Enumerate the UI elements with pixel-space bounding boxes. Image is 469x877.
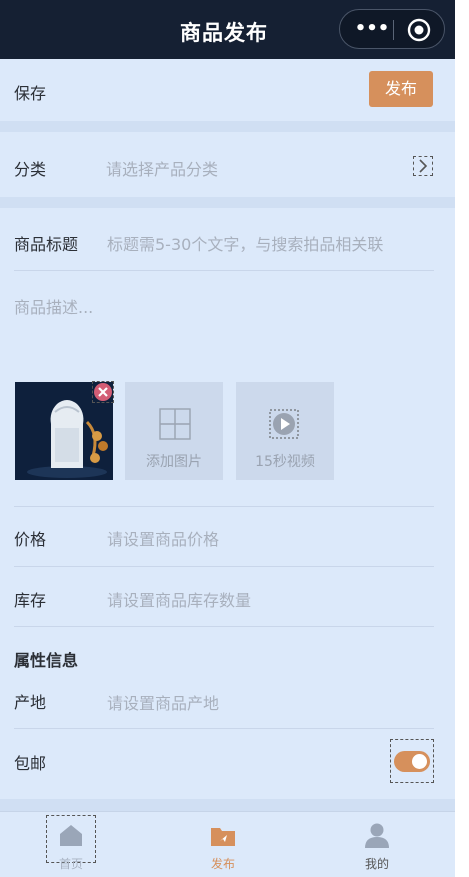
section-gap [0, 799, 455, 811]
price-input[interactable]: 请设置商品价格 [107, 526, 219, 550]
toggle-track [394, 751, 430, 772]
section-gap [0, 197, 455, 208]
title-row: 商品标题 标题需5-30个文字，与搜索拍品相关联 [0, 208, 455, 270]
description-input[interactable]: 商品描述... [14, 294, 93, 318]
stock-input[interactable]: 请设置商品库存数量 [107, 587, 251, 611]
more-dots-icon[interactable]: ••• [354, 19, 390, 39]
price-row: 价格 请设置商品价格 [0, 506, 455, 566]
origin-row: 产地 请设置商品产地 [0, 670, 455, 728]
app-page: 商品发布 ••• 保存 发布 分类 请选择产品分类 商品标题 标题需5-30个文… [0, 0, 455, 877]
record-target-icon[interactable] [407, 18, 431, 42]
save-button[interactable]: 保存 [14, 80, 46, 104]
tab-profile[interactable]: 我的 [327, 812, 427, 874]
chevron-right-icon[interactable] [413, 156, 433, 176]
publish-button[interactable]: 发布 [369, 71, 433, 107]
tab-home[interactable]: 首页 [21, 812, 121, 874]
shipping-toggle[interactable] [390, 739, 434, 783]
navigation-bar: 商品发布 ••• [0, 0, 455, 59]
mini-program-capsule: ••• [339, 9, 445, 49]
add-image-label: 添加图片 [146, 454, 202, 470]
stock-label: 库存 [14, 591, 47, 610]
tab-profile-label: 我的 [364, 857, 389, 871]
publish-folder-icon [211, 828, 235, 846]
category-label: 分类 [14, 160, 47, 179]
tab-home-label: 首页 [58, 857, 83, 871]
category-row[interactable]: 分类 请选择产品分类 [0, 132, 455, 197]
play-icon [269, 409, 299, 439]
home-icon [60, 825, 82, 846]
delete-x-icon[interactable] [92, 381, 114, 403]
divider [14, 270, 434, 271]
bottom-tab-bar: 首页 发布 我的 [0, 811, 455, 873]
add-video-button[interactable]: 15秒视频 [236, 382, 334, 480]
tab-publish[interactable]: 发布 [173, 812, 273, 874]
user-icon [365, 823, 389, 848]
title-input[interactable]: 标题需5-30个文字，与搜索拍品相关联 [107, 231, 383, 255]
add-image-button[interactable]: 添加图片 [125, 382, 223, 480]
attributes-heading: 属性信息 [14, 651, 79, 670]
toggle-knob [412, 754, 427, 769]
origin-input[interactable]: 请设置商品产地 [107, 690, 219, 714]
page-edge [455, 0, 469, 877]
shipping-label: 包邮 [14, 754, 47, 773]
add-grid-icon [159, 408, 191, 440]
title-label: 商品标题 [14, 235, 79, 254]
category-placeholder[interactable]: 请选择产品分类 [106, 156, 218, 180]
tab-publish-label: 发布 [210, 857, 235, 871]
divider [14, 728, 434, 729]
origin-label: 产地 [14, 693, 47, 712]
video-label: 15秒视频 [255, 454, 315, 470]
divider [14, 626, 434, 627]
capsule-divider [393, 20, 394, 40]
section-gap [0, 121, 455, 132]
price-label: 价格 [14, 530, 47, 549]
stock-row: 库存 请设置商品库存数量 [0, 566, 455, 626]
